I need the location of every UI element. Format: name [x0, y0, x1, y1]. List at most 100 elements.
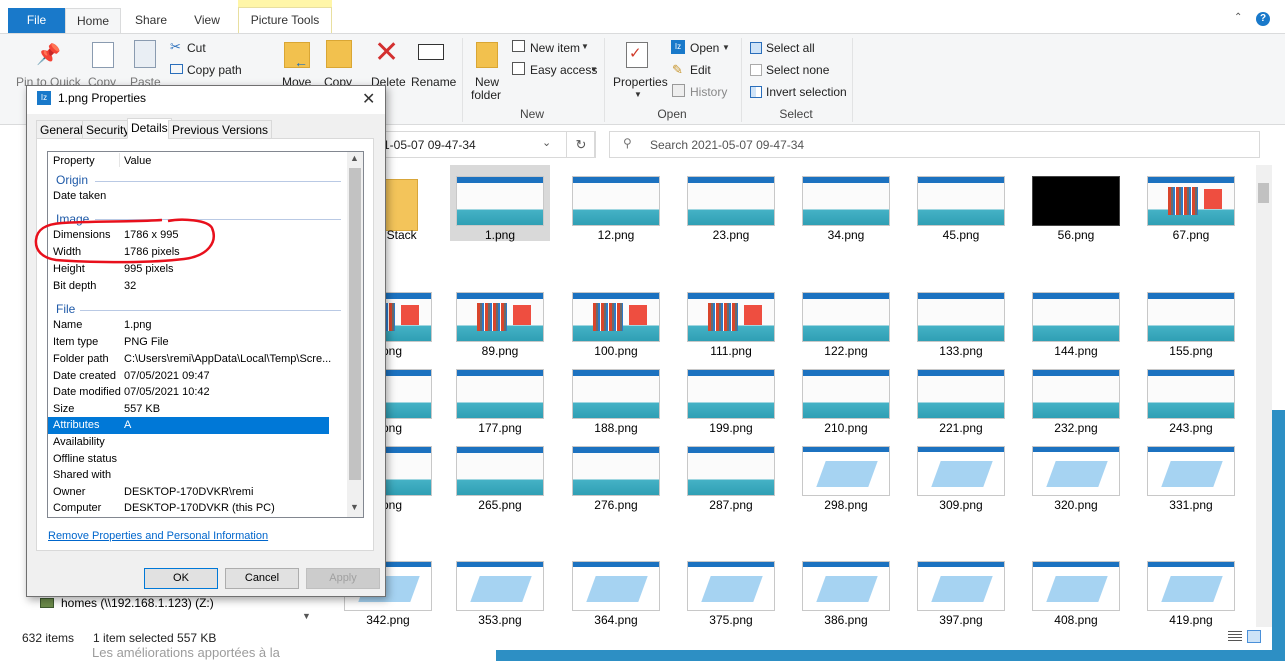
property-row[interactable]: Computer DESKTOP-170DVKR (this PC)	[48, 500, 329, 517]
property-row[interactable]: Bit depth 32	[48, 278, 329, 295]
select-all-button[interactable]: Select all	[766, 41, 815, 55]
select-none-button[interactable]: Select none	[766, 63, 829, 77]
file-item[interactable]: 199.png	[681, 358, 781, 435]
file-item[interactable]: 100.png	[566, 281, 666, 358]
details-view-icon[interactable]	[1228, 631, 1242, 642]
file-item[interactable]: 23.png	[681, 165, 781, 242]
tab-file[interactable]: File	[8, 8, 65, 33]
property-row[interactable]: Shared with	[48, 467, 329, 484]
file-item[interactable]: 243.png	[1141, 358, 1241, 435]
scrollbar[interactable]	[1256, 165, 1272, 627]
remove-properties-link[interactable]: Remove Properties and Personal Informati…	[48, 530, 268, 542]
new-item-button[interactable]: New item	[530, 41, 580, 55]
status-item-count: 632 items	[22, 631, 75, 645]
close-icon[interactable]: ✕	[362, 89, 375, 109]
file-item[interactable]: 144.png	[1026, 281, 1126, 358]
address-path[interactable]: 1-05-07 09-47-34	[383, 138, 476, 152]
scroll-down-icon[interactable]: ▼	[350, 502, 359, 512]
file-item[interactable]: 1.png	[450, 165, 550, 242]
tab-share[interactable]: Share	[125, 8, 177, 33]
new-folder-button[interactable]: New	[475, 75, 499, 89]
file-item[interactable]: 89.png	[450, 281, 550, 358]
tab-security[interactable]: Security	[82, 120, 134, 139]
file-item[interactable]: 408.png	[1026, 550, 1126, 627]
file-item[interactable]: 397.png	[911, 550, 1011, 627]
open-button[interactable]: Open	[690, 41, 719, 55]
tab-details[interactable]: Details	[127, 118, 172, 139]
column-header-value[interactable]: Value	[124, 155, 151, 167]
tab-previous-versions[interactable]: Previous Versions	[168, 120, 273, 139]
column-header-property[interactable]: Property	[53, 155, 95, 167]
new-folder-button-line2[interactable]: folder	[471, 88, 501, 102]
property-row[interactable]: Availability	[48, 434, 329, 451]
property-row[interactable]: Size 557 KB	[48, 401, 329, 418]
property-row[interactable]: Name 1.png	[48, 317, 329, 334]
file-item[interactable]: 188.png	[566, 358, 666, 435]
file-item[interactable]: 276.png	[566, 435, 666, 512]
cancel-button[interactable]: Cancel	[225, 568, 299, 589]
file-item[interactable]: 364.png	[566, 550, 666, 627]
refresh-icon[interactable]: ↻	[566, 131, 596, 158]
file-item[interactable]: 265.png	[450, 435, 550, 512]
tab-view[interactable]: View	[182, 8, 232, 33]
column-divider[interactable]	[119, 153, 120, 167]
scroll-up-icon[interactable]: ▲	[350, 153, 359, 163]
file-item[interactable]: 320.png	[1026, 435, 1126, 512]
file-item[interactable]: 298.png	[796, 435, 896, 512]
copy-path-button[interactable]: Copy path	[187, 63, 242, 77]
rename-button[interactable]: Rename	[411, 75, 456, 89]
file-item[interactable]: 45.png	[911, 165, 1011, 242]
file-item[interactable]: 353.png	[450, 550, 550, 627]
ok-button[interactable]: OK	[144, 568, 218, 589]
nav-scroll-down-icon[interactable]: ▼	[302, 611, 311, 621]
collapse-ribbon-icon[interactable]: ⌃	[1234, 12, 1242, 23]
file-item[interactable]: 232.png	[1026, 358, 1126, 435]
file-item[interactable]: 177.png	[450, 358, 550, 435]
file-item[interactable]: 221.png	[911, 358, 1011, 435]
file-item[interactable]: 155.png	[1141, 281, 1241, 358]
easy-access-button[interactable]: Easy access	[530, 63, 597, 77]
file-item[interactable]: 12.png	[566, 165, 666, 242]
file-item[interactable]: 331.png	[1141, 435, 1241, 512]
property-value: C:\Users\remi\AppData\Local\Temp\Scre...	[124, 353, 332, 365]
file-name: 331.png	[1169, 498, 1213, 512]
property-row[interactable]: Date created 07/05/2021 09:47	[48, 368, 329, 385]
property-row[interactable]: Date taken	[48, 188, 329, 205]
file-item[interactable]: 309.png	[911, 435, 1011, 512]
chevron-down-icon[interactable]: ⌄	[542, 136, 551, 149]
file-item[interactable]: 375.png	[681, 550, 781, 627]
properties-button[interactable]: Properties	[613, 75, 668, 89]
tab-picture-tools[interactable]: Picture Tools	[238, 7, 332, 33]
help-icon[interactable]: ?	[1256, 12, 1270, 26]
cut-button[interactable]: Cut	[187, 41, 206, 55]
tab-general[interactable]: General	[36, 120, 87, 139]
property-list-scrollbar-thumb[interactable]	[349, 168, 361, 480]
scrollbar-thumb[interactable]	[1258, 183, 1269, 203]
file-item[interactable]: 56.png	[1026, 165, 1126, 242]
history-button[interactable]: History	[690, 85, 727, 99]
file-item[interactable]: 111.png	[681, 281, 781, 358]
file-item[interactable]: 122.png	[796, 281, 896, 358]
file-item[interactable]: 287.png	[681, 435, 781, 512]
tab-home[interactable]: Home	[65, 8, 121, 33]
file-thumbnail	[687, 369, 775, 419]
property-row[interactable]: Folder path C:\Users\remi\AppData\Local\T…	[48, 351, 332, 368]
file-item[interactable]: 67.png	[1141, 165, 1241, 242]
file-item[interactable]: 419.png	[1141, 550, 1241, 627]
file-thumbnail	[802, 369, 890, 419]
file-item[interactable]: 210.png	[796, 358, 896, 435]
file-item[interactable]: 133.png	[911, 281, 1011, 358]
property-row[interactable]: Item type PNG File	[48, 334, 329, 351]
apply-button[interactable]: Apply	[306, 568, 380, 589]
property-row[interactable]: Owner DESKTOP-170DVKR\remi	[48, 484, 329, 501]
nav-item-homes[interactable]: homes (\\192.168.1.123) (Z:)	[61, 596, 214, 610]
large-icons-view-icon[interactable]	[1247, 630, 1261, 643]
edit-button[interactable]: Edit	[690, 63, 711, 77]
property-row[interactable]: Attributes A	[48, 417, 329, 434]
file-item[interactable]: 34.png	[796, 165, 896, 242]
invert-selection-button[interactable]: Invert selection	[766, 85, 847, 99]
property-row[interactable]: Date modified 07/05/2021 10:42	[48, 384, 329, 401]
file-item[interactable]: 386.png	[796, 550, 896, 627]
property-row[interactable]: Offline status	[48, 451, 329, 468]
file-thumbnail	[1147, 369, 1235, 419]
